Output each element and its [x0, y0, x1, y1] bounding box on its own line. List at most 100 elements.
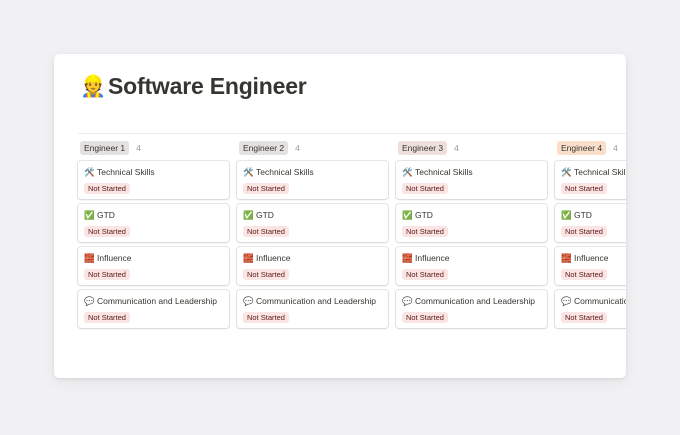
card-title: Technical Skills: [97, 167, 155, 177]
board-column-engineer-2: Engineer 2 4 🛠️ Technical Skills Not Sta…: [237, 140, 388, 333]
card-title: Influence: [97, 253, 132, 263]
status-badge: Not Started: [402, 269, 448, 280]
page-title[interactable]: Software Engineer: [108, 73, 307, 100]
status-badge: Not Started: [561, 226, 607, 237]
column-tag: Engineer 3: [398, 141, 448, 155]
hammer-wrench-icon: 🛠️: [402, 167, 413, 177]
brick-icon: 🧱: [84, 253, 95, 263]
board-card[interactable]: ✅ GTD Not Started: [555, 204, 626, 242]
board-card[interactable]: 💬 Communication and Leadership Not Start…: [78, 290, 229, 328]
card-title: GTD: [574, 210, 592, 220]
status-badge: Not Started: [561, 269, 607, 280]
column-header[interactable]: Engineer 3 4: [396, 140, 547, 156]
column-count: 4: [454, 143, 459, 153]
header-divider: [78, 133, 626, 134]
column-header[interactable]: Engineer 4 4: [555, 140, 626, 156]
card-title-row: 💬 Communication and Leadership: [84, 296, 223, 307]
status-badge: Not Started: [84, 183, 130, 194]
board-card[interactable]: 🛠️ Technical Skills Not Started: [396, 161, 547, 199]
status-badge: Not Started: [84, 226, 130, 237]
check-mark-icon: ✅: [84, 210, 95, 220]
status-badge: Not Started: [243, 269, 289, 280]
check-mark-icon: ✅: [402, 210, 413, 220]
status-badge: Not Started: [243, 312, 289, 323]
board-card[interactable]: ✅ GTD Not Started: [396, 204, 547, 242]
board-card[interactable]: 🧱 Influence Not Started: [237, 247, 388, 285]
board-column-engineer-3: Engineer 3 4 🛠️ Technical Skills Not Sta…: [396, 140, 547, 333]
card-title: Technical Skills: [574, 167, 626, 177]
brick-icon: 🧱: [402, 253, 413, 263]
card-title-row: 💬 Communication and Leadership: [561, 296, 626, 307]
column-count: 4: [295, 143, 300, 153]
card-title-row: 🛠️ Technical Skills: [402, 167, 541, 178]
card-title-row: 🛠️ Technical Skills: [243, 167, 382, 178]
card-title-row: 🧱 Influence: [243, 253, 382, 264]
card-title: Influence: [415, 253, 450, 263]
board-card[interactable]: ✅ GTD Not Started: [237, 204, 388, 242]
status-badge: Not Started: [402, 226, 448, 237]
brick-icon: 🧱: [243, 253, 254, 263]
hammer-wrench-icon: 🛠️: [243, 167, 254, 177]
status-badge: Not Started: [402, 183, 448, 194]
board-column-engineer-1: Engineer 1 4 🛠️ Technical Skills Not Sta…: [78, 140, 229, 333]
board-card[interactable]: 🧱 Influence Not Started: [396, 247, 547, 285]
column-header[interactable]: Engineer 1 4: [78, 140, 229, 156]
status-badge: Not Started: [84, 269, 130, 280]
status-badge: Not Started: [561, 312, 607, 323]
card-title-row: 💬 Communication and Leadership: [402, 296, 541, 307]
column-tag: Engineer 2: [239, 141, 289, 155]
card-title-row: 🧱 Influence: [84, 253, 223, 264]
board-card[interactable]: 🛠️ Technical Skills Not Started: [555, 161, 626, 199]
card-title-row: 🛠️ Technical Skills: [561, 167, 626, 178]
board-card[interactable]: 🧱 Influence Not Started: [78, 247, 229, 285]
board-card[interactable]: 💬 Communication and Leadership Not Start…: [237, 290, 388, 328]
card-title: Influence: [574, 253, 609, 263]
card-title-row: ✅ GTD: [243, 210, 382, 221]
board-card[interactable]: 💬 Communication and Leadership Not Start…: [555, 290, 626, 328]
board-card[interactable]: 🧱 Influence Not Started: [555, 247, 626, 285]
board-view: Engineer 1 4 🛠️ Technical Skills Not Sta…: [78, 140, 626, 333]
brick-icon: 🧱: [561, 253, 572, 263]
status-badge: Not Started: [243, 183, 289, 194]
page-window: 👷 Software Engineer Engineer 1 4 🛠️ Tech…: [54, 54, 626, 378]
card-title-row: 🧱 Influence: [561, 253, 626, 264]
construction-worker-icon[interactable]: 👷: [80, 76, 106, 97]
speech-bubble-icon: 💬: [561, 296, 572, 306]
card-title: Communication and Leadership: [574, 296, 626, 306]
card-title: GTD: [256, 210, 274, 220]
status-badge: Not Started: [561, 183, 607, 194]
board-card[interactable]: 🛠️ Technical Skills Not Started: [78, 161, 229, 199]
column-count: 4: [613, 143, 618, 153]
status-badge: Not Started: [84, 312, 130, 323]
speech-bubble-icon: 💬: [84, 296, 95, 306]
card-title: Technical Skills: [415, 167, 473, 177]
column-tag: Engineer 1: [80, 141, 130, 155]
speech-bubble-icon: 💬: [402, 296, 413, 306]
board-card[interactable]: ✅ GTD Not Started: [78, 204, 229, 242]
card-title: Communication and Leadership: [97, 296, 218, 306]
status-badge: Not Started: [243, 226, 289, 237]
card-title-row: ✅ GTD: [561, 210, 626, 221]
card-title-row: 🧱 Influence: [402, 253, 541, 264]
card-title: Influence: [256, 253, 291, 263]
check-mark-icon: ✅: [243, 210, 254, 220]
hammer-wrench-icon: 🛠️: [561, 167, 572, 177]
hammer-wrench-icon: 🛠️: [84, 167, 95, 177]
board-card[interactable]: 💬 Communication and Leadership Not Start…: [396, 290, 547, 328]
card-title: GTD: [415, 210, 433, 220]
column-tag: Engineer 4: [557, 141, 607, 155]
column-header[interactable]: Engineer 2 4: [237, 140, 388, 156]
card-title: Communication and Leadership: [415, 296, 536, 306]
card-title-row: 🛠️ Technical Skills: [84, 167, 223, 178]
column-count: 4: [136, 143, 141, 153]
card-title: Communication and Leadership: [256, 296, 377, 306]
check-mark-icon: ✅: [561, 210, 572, 220]
card-title: Technical Skills: [256, 167, 314, 177]
card-title: GTD: [97, 210, 115, 220]
board-column-engineer-4: Engineer 4 4 🛠️ Technical Skills Not Sta…: [555, 140, 626, 333]
speech-bubble-icon: 💬: [243, 296, 254, 306]
card-title-row: 💬 Communication and Leadership: [243, 296, 382, 307]
status-badge: Not Started: [402, 312, 448, 323]
board-card[interactable]: 🛠️ Technical Skills Not Started: [237, 161, 388, 199]
card-title-row: ✅ GTD: [402, 210, 541, 221]
